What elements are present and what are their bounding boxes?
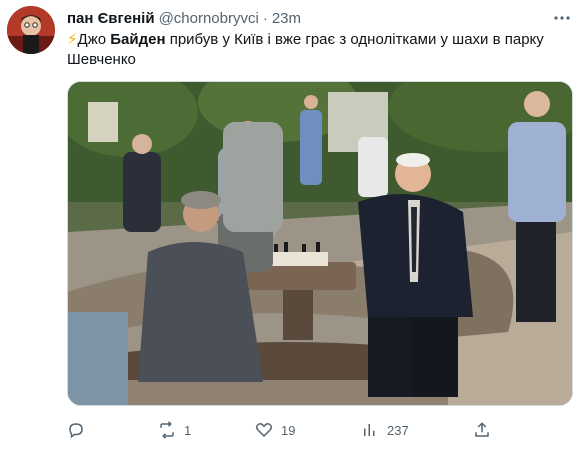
views-button[interactable]: 237 xyxy=(361,418,409,442)
reply-icon xyxy=(69,423,83,439)
timestamp[interactable]: 23m xyxy=(272,10,301,27)
views-chart-icon xyxy=(364,424,375,436)
reply-button[interactable] xyxy=(67,418,85,442)
tweet-text-bold: Байден xyxy=(110,31,166,48)
tweet[interactable]: пан Євгеній @chornobryvci · 23m ⚡Джо Бай… xyxy=(0,0,582,449)
retweet-icon xyxy=(160,421,174,439)
tweet-text-part1: Джо xyxy=(77,31,111,48)
share-icon xyxy=(475,422,489,437)
separator-dot: · xyxy=(262,9,268,27)
user-handle[interactable]: @chornobryvci xyxy=(159,10,259,27)
more-options-button[interactable] xyxy=(552,8,572,28)
lightning-icon: ⚡ xyxy=(67,31,78,48)
view-count: 237 xyxy=(387,422,409,438)
tweet-text: ⚡Джо Байден прибув у Київ і вже грає з о… xyxy=(67,30,572,70)
avatar-image xyxy=(7,6,55,54)
like-button[interactable]: 19 xyxy=(255,418,295,442)
share-button[interactable] xyxy=(473,418,491,442)
tweet-header: пан Євгеній @chornobryvci · 23m xyxy=(67,8,301,28)
retweet-button[interactable]: 1 xyxy=(158,418,191,442)
like-count: 19 xyxy=(281,422,296,438)
action-bar: 1 19 237 xyxy=(67,418,573,442)
retweet-count: 1 xyxy=(184,422,192,438)
heart-icon xyxy=(255,423,273,437)
tweet-photo[interactable] xyxy=(67,81,573,406)
more-dots-icon xyxy=(554,16,570,20)
avatar[interactable] xyxy=(7,6,55,54)
park-chess-photo xyxy=(68,82,572,405)
display-name[interactable]: пан Євгеній xyxy=(67,10,155,27)
